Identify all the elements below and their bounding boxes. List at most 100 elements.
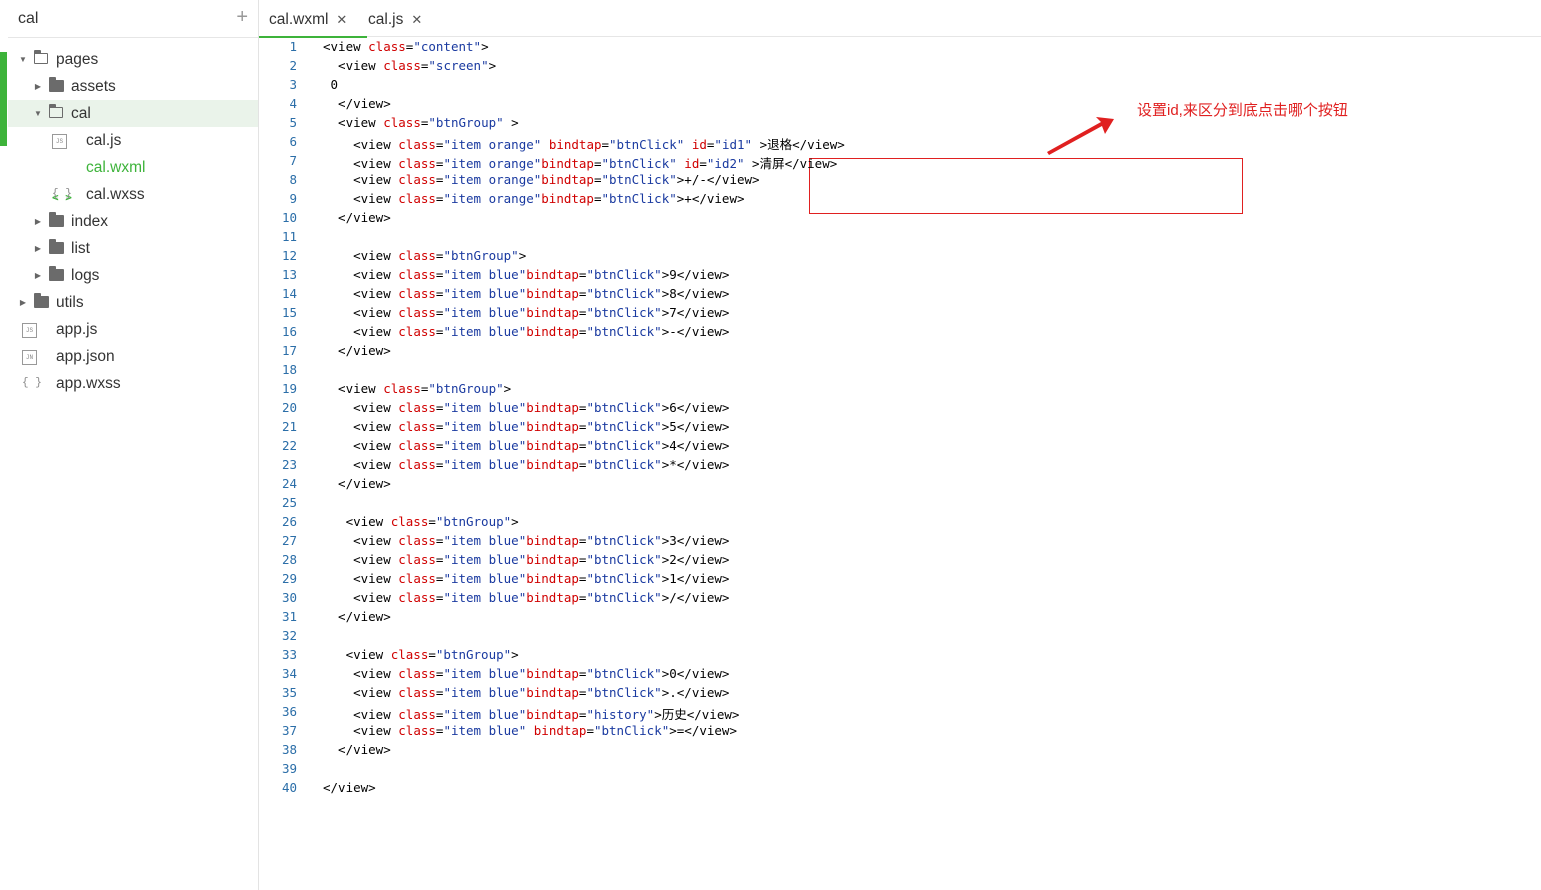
tree-item-cal-js[interactable]: JS cal.js [8, 127, 258, 154]
code-token: bindtap [526, 267, 579, 282]
code-token: = [593, 172, 602, 187]
add-file-icon[interactable]: + [236, 7, 248, 27]
code-token: "btnClick" [586, 590, 662, 605]
code-line[interactable]: </view> [323, 210, 391, 225]
tree-item-cal-wxss[interactable]: { } cal.wxss [8, 181, 258, 208]
code-token: "btnClick" [586, 571, 662, 586]
code-line[interactable]: <view class="btnGroup"> [323, 381, 511, 396]
code-line[interactable]: <view class="item blue" bindtap="btnClic… [323, 723, 737, 738]
code-line[interactable]: <view class="item blue"bindtap="btnClick… [323, 324, 729, 339]
code-line[interactable]: <view class="item orange"bindtap="btnCli… [323, 191, 745, 206]
code-token: = [428, 647, 436, 662]
line-number: 36 [281, 704, 297, 719]
code-line[interactable]: <view class="item blue"bindtap="btnClick… [323, 267, 729, 282]
code-line[interactable]: </view> [323, 476, 391, 491]
code-line[interactable]: <view class="item orange"bindtap="btnCli… [323, 172, 760, 187]
code-editor[interactable]: 设置id,来区分到底点击哪个按钮 1 <view class="content">… [259, 37, 1541, 890]
code-token: "item blue" [443, 666, 527, 681]
code-line[interactable]: 0 [323, 77, 339, 92]
code-token: class [390, 647, 429, 662]
code-token: <view [323, 723, 399, 738]
code-line[interactable]: <view class="item blue"bindtap="btnClick… [323, 533, 729, 548]
tab-cal-js[interactable]: cal.js ✕ [358, 0, 438, 36]
tree-item-app-wxss[interactable]: { } app.wxss [8, 370, 258, 397]
code-line[interactable]: <view class="item orange" bindtap="btnCl… [323, 134, 845, 153]
chevron-right-icon[interactable]: ▶ [33, 73, 43, 100]
code-line[interactable]: <view class="item blue"bindtap="history"… [323, 704, 739, 723]
code-line[interactable]: <view class="btnGroup"> [323, 647, 519, 662]
code-line[interactable]: <view class="item blue"bindtap="btnClick… [323, 305, 729, 320]
code-token: "btnGroup" [435, 647, 512, 662]
tree-item-assets[interactable]: ▶ assets [8, 73, 258, 100]
tab-cal-wxml[interactable]: cal.wxml ✕ [259, 0, 367, 38]
code-line[interactable]: <view class="screen"> [323, 58, 496, 73]
file-tree: ▼ pages ▶ assets ▼ cal JS cal.js < > cal.wxml{ } c… [8, 46, 258, 397]
code-line[interactable]: </view> [323, 96, 391, 111]
code-line[interactable]: </view> [323, 742, 391, 757]
code-line[interactable]: <view class="item blue"bindtap="btnClick… [323, 571, 729, 586]
chevron-down-icon[interactable]: ▼ [18, 46, 28, 73]
close-icon[interactable]: ✕ [411, 12, 422, 27]
code-token: bindtap [526, 552, 579, 567]
code-token: class [398, 666, 436, 681]
code-line[interactable]: <view class="item orange"bindtap="btnCli… [323, 153, 837, 172]
code-line[interactable]: <view class="btnGroup" > [323, 115, 519, 130]
chevron-down-icon[interactable]: ▼ [33, 100, 43, 127]
code-token: id [684, 156, 700, 171]
code-token: "btnClick" [586, 286, 662, 301]
code-line[interactable]: <view class="item blue"bindtap="btnClick… [323, 400, 729, 415]
code-line[interactable]: <view class="item blue"bindtap="btnClick… [323, 666, 729, 681]
chevron-right-icon[interactable]: ▶ [18, 289, 28, 316]
code-line[interactable]: <view class="item blue"bindtap="btnClick… [323, 590, 729, 605]
code-line[interactable]: </view> [323, 343, 391, 358]
chevron-right-icon[interactable]: ▶ [33, 262, 43, 289]
code-token: class [398, 571, 436, 586]
code-line[interactable]: <view class="item blue"bindtap="btnClick… [323, 685, 729, 700]
code-line[interactable]: <view class="item blue"bindtap="btnClick… [323, 419, 729, 434]
code-token: "btnClick" [601, 172, 677, 187]
tree-item-list[interactable]: ▶ list [8, 235, 258, 262]
code-line[interactable]: </view> [323, 780, 376, 795]
code-line[interactable]: <view class="item blue"bindtap="btnClick… [323, 457, 729, 472]
code-token: class [398, 156, 436, 171]
tree-item-utils[interactable]: ▶ utils [8, 289, 258, 316]
code-token: >/</view> [661, 590, 730, 605]
tree-item-app-json[interactable]: JN app.json [8, 343, 258, 370]
chevron-right-icon[interactable]: ▶ [33, 235, 43, 262]
code-line[interactable]: <view class="item blue"bindtap="btnClick… [323, 438, 729, 453]
tree-item-cal-wxml[interactable]: < > cal.wxml [8, 154, 258, 204]
chevron-right-icon[interactable]: ▶ [33, 208, 43, 235]
code-token: >+/-</view> [676, 172, 760, 187]
folder-icon [49, 212, 64, 227]
code-token: >+</view> [676, 191, 745, 206]
code-line[interactable]: <view class="content"> [323, 39, 489, 54]
tree-item-cal[interactable]: ▼ cal [8, 100, 258, 127]
code-token: "btnGroup" [435, 514, 512, 529]
code-token: <view [323, 647, 391, 662]
code-line[interactable]: <view class="btnGroup"> [323, 514, 519, 529]
tree-item-app-js[interactable]: JS app.js [8, 316, 258, 343]
tree-item-logs[interactable]: ▶ logs [8, 262, 258, 289]
code-token: class [398, 305, 436, 320]
tree-item-label: app.json [56, 348, 115, 365]
line-number: 39 [281, 761, 297, 776]
code-line[interactable]: </view> [323, 609, 391, 624]
code-token: <view [323, 137, 399, 152]
code-token: <view [323, 400, 399, 415]
line-number: 12 [281, 248, 297, 263]
code-token: "item blue" [443, 305, 527, 320]
code-line[interactable]: <view class="btnGroup"> [323, 248, 526, 263]
tree-item-pages[interactable]: ▼ pages [8, 46, 258, 73]
close-icon[interactable]: ✕ [336, 12, 347, 27]
code-token: >*</view> [661, 457, 730, 472]
code-token: "btnClick" [586, 666, 662, 681]
code-token: bindtap [526, 324, 579, 339]
code-token: >0</view> [661, 666, 730, 681]
tree-item-label: cal [71, 105, 91, 122]
code-token: = [601, 137, 610, 152]
tree-item-index[interactable]: ▶ index [8, 208, 258, 235]
code-token: "btnClick" [601, 156, 677, 171]
code-line[interactable]: <view class="item blue"bindtap="btnClick… [323, 286, 729, 301]
code-line[interactable]: <view class="item blue"bindtap="btnClick… [323, 552, 729, 567]
code-token: >.</view> [661, 685, 730, 700]
